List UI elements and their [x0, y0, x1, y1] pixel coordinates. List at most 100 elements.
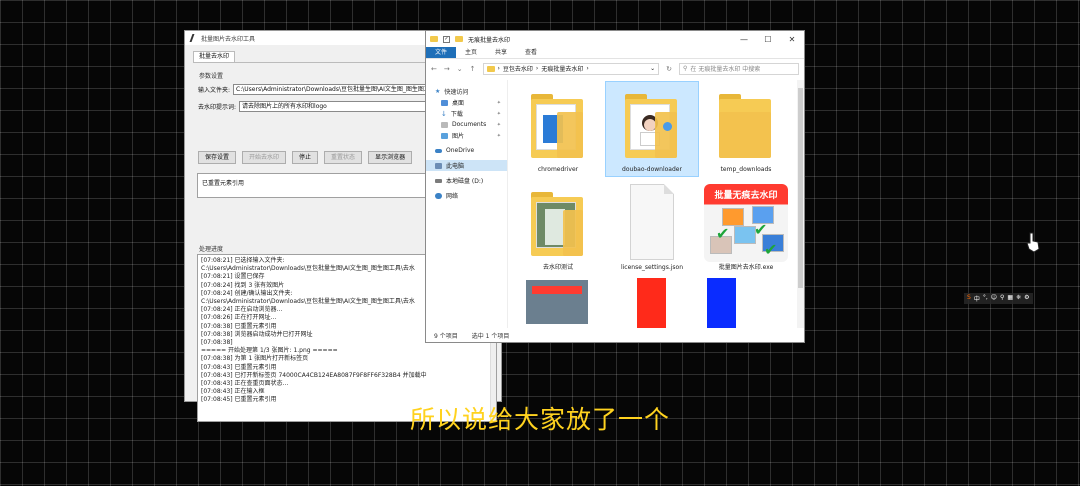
nav-desktop[interactable]: 桌面 ✦: [426, 97, 507, 108]
breadcrumb-item[interactable]: 无痕批量去水印: [541, 64, 583, 73]
ime-logo-icon: S: [967, 294, 971, 301]
nav-pictures[interactable]: 图片 ✦: [426, 130, 507, 141]
search-placeholder: 在 无痕批量去水印 中搜索: [690, 66, 761, 73]
network-icon: [435, 192, 442, 199]
folder-icon: [430, 36, 438, 42]
ime-toolbar[interactable]: S 中 °, ☺ ⚲ ▦ ❈ ⚙: [964, 293, 1033, 304]
pin-icon: ✦: [496, 132, 501, 139]
address-row: ← → ⌄ ↑ › 豆包去水印 › 无痕批量去水印 › ⌄ ↻ ⚲ 在 无痕批量…: [426, 59, 804, 78]
punctuation-icon[interactable]: °,: [983, 294, 988, 303]
checkbox-icon[interactable]: ✓: [443, 35, 450, 43]
tab-home[interactable]: 主页: [456, 47, 486, 58]
image-thumbnail: [637, 278, 666, 332]
folder-icon: [455, 36, 463, 42]
file-item-license-settings[interactable]: license_settings.json: [606, 180, 698, 274]
ribbon: 文件 主页 共享 查看: [426, 47, 804, 59]
log-line: [07:08:38] 为第 1 张图片打开新标签页: [201, 355, 309, 363]
explorer-titlebar: ✓ 无痕批量去水印 — ☐ ✕: [426, 31, 804, 47]
cloud-icon: [435, 148, 442, 153]
chevron-right-icon: ›: [535, 65, 539, 72]
tab-batch-watermark[interactable]: 批量去水印: [193, 51, 236, 62]
show-browser-button[interactable]: 显示浏览器: [368, 151, 413, 164]
tool-title: 批量图片去水印工具: [201, 35, 256, 43]
tab-file[interactable]: 文件: [426, 47, 457, 58]
file-item-doubao-downloader[interactable]: doubao-downloader: [605, 81, 699, 177]
nav-this-pc[interactable]: 此电脑: [426, 160, 507, 171]
nav-network[interactable]: 网络: [426, 190, 507, 201]
action-buttons: 保存设置 开始去水印 停止 重置状态 显示浏览器: [198, 151, 413, 164]
emoji-icon[interactable]: ☺: [991, 294, 997, 303]
start-button[interactable]: 开始去水印: [242, 151, 287, 164]
app-icon-text: 批量无痕去水印: [714, 191, 778, 201]
file-name: 批量图片去水印.exe: [718, 264, 774, 271]
file-item-temp-downloads[interactable]: temp_downloads: [700, 82, 792, 176]
file-name: 去水印测试: [542, 264, 573, 271]
star-icon: ★: [435, 87, 441, 95]
status-bar: 9 个项目 选中 1 个项目: [426, 328, 804, 342]
keyboard-icon[interactable]: ▦: [1007, 294, 1013, 303]
status-text: 已重置元素引用: [202, 180, 245, 187]
file-item-test-folder[interactable]: 去水印测试: [512, 180, 604, 274]
address-bar[interactable]: › 豆包去水印 › 无痕批量去水印 › ⌄: [482, 62, 660, 75]
voice-icon[interactable]: ⚲: [1000, 294, 1004, 303]
reset-status-button[interactable]: 重置状态: [324, 151, 363, 164]
folder-icon: [531, 192, 583, 256]
up-arrow-icon[interactable]: ↑: [470, 65, 476, 73]
feather-icon: [189, 34, 199, 42]
tab-share[interactable]: 共享: [486, 47, 516, 58]
image-thumbnail: [707, 278, 736, 332]
explorer-window: ✓ 无痕批量去水印 — ☐ ✕ 文件 主页 共享 查看 ← → ⌄ ↑ › 豆包…: [425, 30, 805, 343]
nav-documents[interactable]: Documents ✦: [426, 119, 507, 130]
navigation-pane: ★ 快速访问 桌面 ✦ ↓ 下载 ✦ Documents ✦ 图片 ✦ OneD…: [426, 80, 508, 330]
breadcrumb-item[interactable]: 豆包去水印: [503, 64, 533, 73]
close-button[interactable]: ✕: [780, 35, 804, 44]
file-item-exe[interactable]: 批量无痕去水印 ✔ ✔ ✔ 批量图片去水印.exe: [700, 180, 792, 274]
window-controls: — ☐ ✕: [732, 35, 804, 44]
nav-quick-access[interactable]: ★ 快速访问: [426, 86, 507, 97]
pin-icon: ✦: [496, 110, 501, 117]
nav-onedrive[interactable]: OneDrive: [426, 145, 507, 156]
nav-local-disk[interactable]: 本地磁盘 (D:): [426, 175, 507, 186]
file-icon: [630, 184, 674, 260]
file-name: chromedriver: [537, 166, 579, 173]
log-label: 处理进度: [199, 246, 224, 253]
tab-view[interactable]: 查看: [516, 47, 546, 58]
back-arrow-icon[interactable]: ←: [431, 65, 437, 73]
desktop-icon: [441, 99, 448, 106]
document-icon: [441, 121, 448, 128]
skin-icon[interactable]: ❈: [1016, 294, 1021, 303]
nav-downloads[interactable]: ↓ 下载 ✦: [426, 108, 507, 119]
chevron-down-icon[interactable]: ⌄: [457, 65, 463, 73]
pin-icon: ✦: [496, 99, 501, 106]
ime-mode[interactable]: 中: [974, 294, 980, 303]
maximize-button[interactable]: ☐: [756, 35, 780, 44]
item-count: 9 个项目: [434, 332, 458, 340]
refresh-icon[interactable]: ↻: [666, 65, 672, 73]
file-name: temp_downloads: [720, 166, 772, 173]
nav-label: 此电脑: [446, 163, 465, 170]
save-settings-button[interactable]: 保存设置: [198, 151, 237, 164]
forward-arrow-icon[interactable]: →: [444, 65, 450, 73]
nav-label: 桌面: [452, 100, 465, 107]
sync-icon: [663, 122, 672, 131]
nav-label: 本地磁盘 (D:): [446, 178, 484, 185]
drive-icon: [435, 178, 442, 183]
settings-icon[interactable]: ⚙: [1024, 294, 1029, 303]
nav-label: OneDrive: [446, 147, 475, 154]
app-icon: 批量无痕去水印 ✔ ✔ ✔: [704, 184, 788, 262]
params-group-label: 参数设置: [199, 73, 224, 80]
folder-icon: [719, 94, 771, 158]
file-grid: chromedriver doubao-downloader temp_down…: [510, 80, 798, 332]
nav-label: 图片: [452, 133, 465, 140]
computer-icon: [435, 162, 442, 169]
input-folder-label: 输入文件夹:: [198, 87, 231, 94]
log-line: [07:08:43] 已打开新标签页 74000CA4CB124EA8087F9…: [201, 371, 427, 379]
file-item-chromedriver[interactable]: chromedriver: [512, 82, 604, 176]
vertical-scrollbar[interactable]: [797, 80, 804, 330]
stop-button[interactable]: 停止: [292, 151, 319, 164]
prompt-label: 去水印提示词:: [198, 104, 237, 111]
selected-count: 选中 1 个项目: [471, 332, 510, 340]
chevron-down-icon[interactable]: ⌄: [650, 65, 655, 72]
search-input[interactable]: ⚲ 在 无痕批量去水印 中搜索: [679, 62, 799, 75]
minimize-button[interactable]: —: [732, 35, 756, 44]
